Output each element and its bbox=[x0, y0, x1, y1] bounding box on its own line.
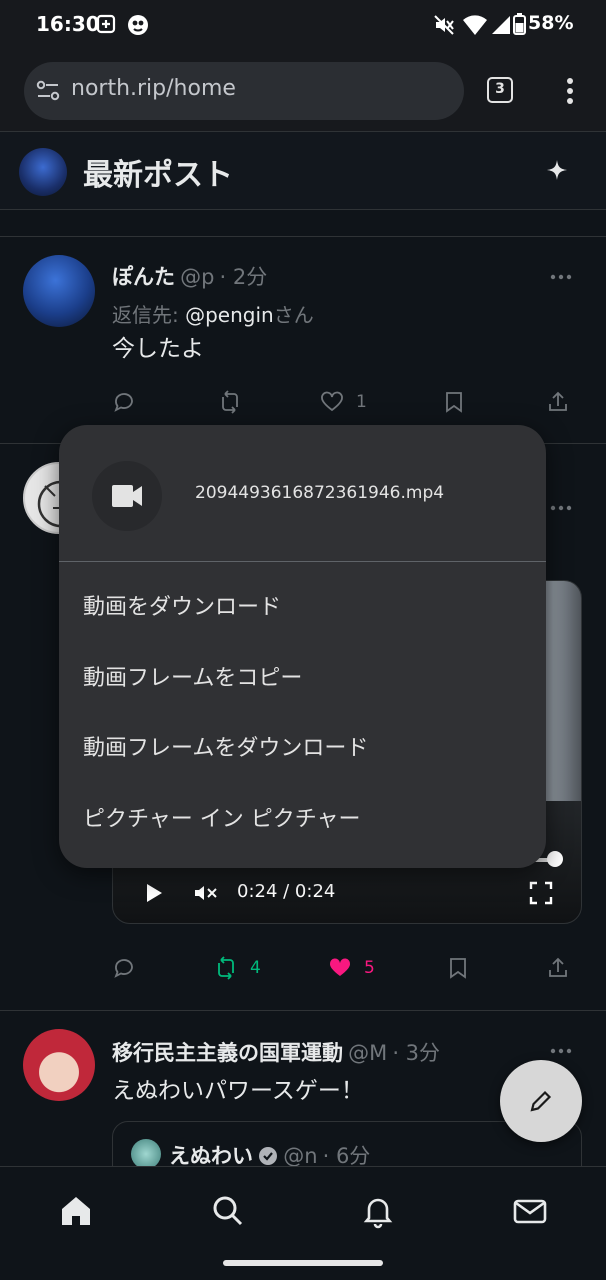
post-handle[interactable]: @M bbox=[348, 1041, 387, 1065]
reply-label: 返信先: bbox=[112, 303, 179, 327]
play-icon[interactable] bbox=[145, 883, 163, 903]
browser-menu-icon[interactable] bbox=[560, 76, 580, 106]
quote-avatar[interactable] bbox=[131, 1139, 161, 1166]
volume-muted-icon[interactable] bbox=[193, 882, 219, 904]
menu-divider bbox=[59, 561, 546, 562]
bookmark-icon bbox=[450, 958, 466, 979]
post-avatar[interactable] bbox=[23, 255, 95, 327]
post-text: えぬわいパワースゲー！ bbox=[112, 1078, 364, 1104]
notification-plus-icon bbox=[96, 14, 116, 34]
reply-to-handle[interactable]: @pengin bbox=[185, 303, 274, 327]
bookmark-icon bbox=[446, 392, 462, 413]
menu-filename: 2094493616872361946.mp4 bbox=[195, 483, 445, 503]
bookmark-button[interactable] bbox=[442, 387, 466, 417]
fullscreen-icon[interactable] bbox=[529, 881, 553, 905]
quote-time[interactable]: · 6分 bbox=[323, 1144, 371, 1166]
like-button[interactable]: 5 bbox=[328, 953, 375, 983]
video-progress-knob[interactable] bbox=[547, 851, 563, 867]
header-avatar[interactable] bbox=[19, 148, 67, 196]
mute-icon bbox=[434, 15, 454, 35]
bookmark-button[interactable] bbox=[446, 953, 470, 983]
like-button[interactable]: 1 bbox=[320, 387, 367, 417]
like-count: 1 bbox=[356, 392, 367, 412]
menu-item-download-video[interactable]: 動画をダウンロード bbox=[83, 580, 523, 636]
signal-icon bbox=[492, 16, 510, 34]
share-icon bbox=[549, 391, 567, 411]
bottom-navigation bbox=[0, 1166, 606, 1280]
battery-level: 58% bbox=[528, 12, 574, 34]
search-icon[interactable] bbox=[208, 1191, 248, 1231]
battery-icon bbox=[513, 13, 526, 35]
repost-button[interactable] bbox=[218, 387, 242, 417]
status-time: 16:30 bbox=[36, 12, 100, 36]
share-button[interactable] bbox=[546, 387, 570, 417]
url-bar[interactable]: north.rip/home bbox=[24, 62, 464, 120]
post-avatar[interactable] bbox=[23, 1029, 95, 1101]
post-handle[interactable]: @p bbox=[180, 265, 214, 289]
menu-video-icon-wrap bbox=[92, 461, 162, 531]
post-text: 今したよ bbox=[112, 336, 204, 362]
heart-icon bbox=[329, 958, 351, 976]
share-icon bbox=[549, 957, 567, 977]
menu-item-picture-in-picture[interactable]: ピクチャー イン ピクチャー bbox=[83, 792, 523, 848]
video-camera-icon bbox=[112, 485, 142, 507]
post-item[interactable]: ぽんた @p · 2分 返信先: @penginさん 今したよ 1 bbox=[0, 237, 606, 444]
reply-button[interactable] bbox=[112, 387, 136, 417]
post-actions: 1 bbox=[112, 387, 582, 417]
repost-button[interactable]: 4 bbox=[214, 953, 261, 983]
post-actions: 4 5 bbox=[112, 953, 582, 983]
browser-toolbar: north.rip/home 3 bbox=[0, 50, 606, 132]
post-author-name[interactable]: ぽんた bbox=[112, 265, 175, 289]
menu-item-download-frame[interactable]: 動画フレームをダウンロード bbox=[83, 721, 523, 777]
repost-icon bbox=[222, 390, 238, 414]
verified-badge-icon bbox=[259, 1147, 278, 1165]
reply-icon bbox=[114, 393, 133, 412]
post-time[interactable]: · 3分 bbox=[392, 1041, 440, 1065]
feed-header: 最新ポスト bbox=[0, 132, 606, 210]
video-time: 0:24 / 0:24 bbox=[237, 881, 336, 902]
site-settings-icon[interactable] bbox=[36, 80, 60, 102]
like-count: 5 bbox=[364, 958, 375, 978]
quote-author-name[interactable]: えぬわい bbox=[169, 1144, 253, 1166]
pencil-icon bbox=[530, 1090, 552, 1112]
video-context-menu: 2094493616872361946.mp4 動画をダウンロード 動画フレーム… bbox=[59, 425, 546, 868]
bell-icon[interactable] bbox=[358, 1191, 398, 1231]
reply-icon bbox=[114, 959, 133, 978]
wifi-icon bbox=[463, 15, 487, 35]
page-title: 最新ポスト bbox=[83, 158, 233, 193]
app-notification-icon bbox=[128, 15, 148, 35]
tab-switcher-button[interactable]: 3 bbox=[487, 77, 513, 103]
post-author-name[interactable]: 移行民主主義の国軍運動 bbox=[112, 1041, 343, 1065]
menu-item-copy-frame[interactable]: 動画フレームをコピー bbox=[83, 651, 523, 707]
sparkle-icon[interactable] bbox=[546, 159, 568, 181]
gesture-bar[interactable] bbox=[223, 1260, 383, 1266]
mail-icon[interactable] bbox=[510, 1191, 550, 1231]
post-more-icon[interactable] bbox=[550, 273, 572, 281]
post-more-icon[interactable] bbox=[550, 504, 572, 512]
compose-button[interactable] bbox=[500, 1060, 582, 1142]
quote-handle[interactable]: @n bbox=[283, 1144, 317, 1166]
post-more-icon[interactable] bbox=[550, 1047, 572, 1055]
url-text[interactable]: north.rip/home bbox=[71, 76, 236, 101]
post-time[interactable]: · 2分 bbox=[220, 265, 268, 289]
repost-count: 4 bbox=[250, 958, 261, 978]
reply-suffix: さん bbox=[273, 303, 314, 327]
heart-icon bbox=[321, 391, 343, 412]
home-icon[interactable] bbox=[56, 1191, 96, 1231]
share-button[interactable] bbox=[546, 953, 570, 983]
status-bar: 16:30 58% bbox=[0, 0, 606, 50]
reply-button[interactable] bbox=[112, 953, 136, 983]
repost-icon bbox=[218, 956, 234, 980]
